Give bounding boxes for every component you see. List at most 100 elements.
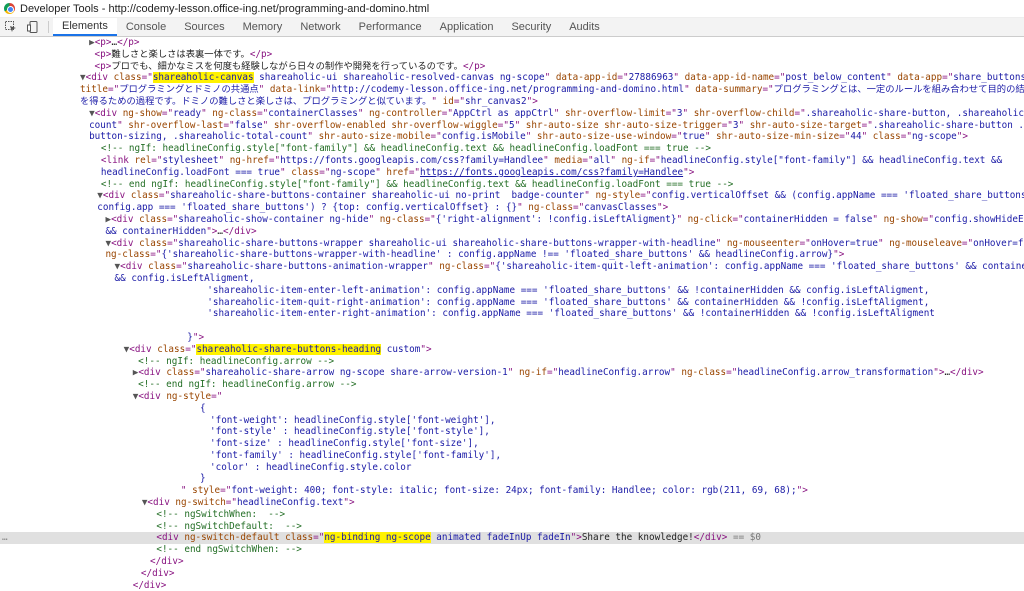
tab-application[interactable]: Application <box>431 18 503 36</box>
dom-line-content: ▶<div class="shareaholic-show-container … <box>105 213 1024 225</box>
tab-elements[interactable]: Elements <box>53 18 117 36</box>
dom-line[interactable]: <!-- end ngIf: headlineConfig.arrow --> <box>0 379 1024 391</box>
dom-line[interactable]: ▼<div class="shareaholic-share-buttons-h… <box>0 343 1024 356</box>
dom-line[interactable]: ng-class="{'shareaholic-share-buttons-wr… <box>0 249 1024 261</box>
dom-line-content: ▶<p>…</p> <box>89 37 140 48</box>
dom-line-content: <!-- ngIf: headlineConfig.style["font-fa… <box>100 143 712 155</box>
dom-line[interactable]: } <box>0 473 1024 485</box>
dom-line-content: config.app === 'floated_share_buttons') … <box>97 202 669 214</box>
dom-line[interactable]: count" shr-overflow-last="false" shr-ove… <box>0 120 1024 132</box>
dom-line[interactable]: 'shareaholic-item-enter-right-animation'… <box>0 308 1024 320</box>
dom-line[interactable]: && containerHidden">…</div> <box>0 226 1024 238</box>
dom-line-content: <div ng-switch-default class="ng-binding… <box>156 532 761 544</box>
tab-audits[interactable]: Audits <box>560 18 609 36</box>
dom-line[interactable]: 'font-style' : headlineConfig.style['fon… <box>0 426 1024 438</box>
dom-line-content: ▶<div class="shareaholic-share-arrow ng-… <box>132 367 984 379</box>
toolbar-divider <box>48 21 49 33</box>
elements-dom-tree: ▶<p>…</p> <p>難しさと楽しさは表裏一体です。</p> <p>プロでも、細… <box>0 37 1024 591</box>
dom-line-content: count" shr-overflow-last="false" shr-ove… <box>89 119 1024 131</box>
dom-line-content: 'font-family' : headlineConfig.style['fo… <box>210 449 502 461</box>
dom-line-content: <!-- end ngSwitchWhen: --> <box>156 544 302 556</box>
dom-line-content: ▼<div class="shareaholic-share-buttons-a… <box>114 261 1024 273</box>
dom-line[interactable]: を得るための過程です。ドミノの難しさと楽しさは、プログラミングと似ています。" … <box>0 96 1024 108</box>
dom-line-content: ng-class="{'shareaholic-share-buttons-wr… <box>105 249 845 261</box>
dom-line-content: 'font-size' : headlineConfig.style['font… <box>210 438 479 450</box>
device-toggle-icon[interactable] <box>22 18 44 36</box>
chrome-logo-icon <box>4 3 15 14</box>
inspect-cursor-icon[interactable] <box>0 18 22 36</box>
dom-line-content: { <box>200 402 206 414</box>
selected-dom-node[interactable]: … <div ng-switch-default class="ng-bindin… <box>0 532 1024 545</box>
dom-line[interactable]: <!-- ngIf: headlineConfig.style["font-fa… <box>0 143 1024 155</box>
dom-line-content: ▼<div ng-switch="headlineConfig.text"> <box>141 497 355 509</box>
tab-security[interactable]: Security <box>502 18 560 36</box>
dom-line[interactable]: <!-- end ngSwitchWhen: --> <box>0 544 1024 556</box>
dom-line[interactable]: <!-- end ngIf: headlineConfig.style["fon… <box>0 179 1024 191</box>
dom-line[interactable]: { <box>0 403 1024 415</box>
dom-line[interactable]: ▼<div class="shareaholic-share-buttons-w… <box>0 238 1024 250</box>
tab-sources[interactable]: Sources <box>175 18 233 36</box>
dom-line-content: ▼<div class="shareaholic-share-buttons-c… <box>97 190 1024 202</box>
dom-line[interactable]: headlineConfig.loadFont === true" class=… <box>0 167 1024 179</box>
dom-line[interactable]: 'shareaholic-item-enter-left-animation':… <box>0 285 1024 297</box>
dom-line-content: 'font-style' : headlineConfig.style['fon… <box>210 426 490 438</box>
dom-line-content: ▼<div ng-show="ready" ng-class="containe… <box>89 107 1024 119</box>
dom-line[interactable]: && config.isLeftAligment, <box>0 273 1024 285</box>
dom-line[interactable]: ▶<p>…</p> <box>0 37 1024 49</box>
dom-line-content: <!-- ngSwitchDefault: --> <box>156 520 302 532</box>
tab-network[interactable]: Network <box>291 18 349 36</box>
dom-line[interactable]: config.app === 'floated_share_buttons') … <box>0 202 1024 214</box>
dom-line[interactable]: 'color' : headlineConfig.style.color <box>0 462 1024 474</box>
dom-line-content: button-sizing, .shareaholic-total-count"… <box>89 131 968 143</box>
dom-line-content: <!-- ngIf: headlineConfig.arrow --> <box>138 355 335 367</box>
dom-line-content: <link rel="stylesheet" ng-href="https://… <box>100 154 1003 166</box>
devtools-toolbar: Elements Console Sources Memory Network Perfo… <box>0 18 1024 37</box>
dom-line-content: " style="font-weight: 400; font-style: i… <box>180 485 808 497</box>
dom-line[interactable]: ▼<div class="shareaholic-canvas shareaho… <box>0 72 1024 84</box>
dom-line-content: <p>難しさと楽しさは表裏一体です。</p> <box>94 48 273 60</box>
dom-line[interactable]: 'font-family' : headlineConfig.style['fo… <box>0 450 1024 462</box>
dom-line[interactable]: </div> <box>0 580 1024 591</box>
dom-line-content: ▼<div class="shareaholic-share-buttons-h… <box>123 343 432 355</box>
tab-memory[interactable]: Memory <box>234 18 292 36</box>
dom-line[interactable]: <p>難しさと楽しさは表裏一体です。</p> <box>0 49 1024 61</box>
dom-line[interactable]: ▼<div ng-style=" <box>0 391 1024 403</box>
dom-line[interactable]: <!-- ngIf: headlineConfig.arrow --> <box>0 356 1024 368</box>
more-options-dots[interactable]: … <box>2 532 8 544</box>
dom-line-content: && containerHidden">…</div> <box>105 225 257 237</box>
dom-line[interactable]: }"> <box>0 332 1024 344</box>
tab-console[interactable]: Console <box>117 18 175 36</box>
dom-line-content: 'font-weight': headlineConfig.style['fon… <box>210 414 496 426</box>
dom-line[interactable]: <!-- ngSwitchWhen: --> <box>0 509 1024 521</box>
dom-line[interactable]: ▼<div class="shareaholic-share-buttons-a… <box>0 261 1024 273</box>
dom-line[interactable] <box>0 320 1024 332</box>
dom-line[interactable]: </div> <box>0 556 1024 568</box>
tab-performance[interactable]: Performance <box>350 18 431 36</box>
dom-line[interactable]: 'font-weight': headlineConfig.style['fon… <box>0 415 1024 427</box>
dom-line[interactable]: </div> <box>0 568 1024 580</box>
dom-line[interactable]: <link rel="stylesheet" ng-href="https://… <box>0 155 1024 167</box>
dom-line[interactable]: <p>プロでも、細かなミスを何度も経験しながら日々の制作や開発を行っているのです… <box>0 61 1024 73</box>
dom-line[interactable]: 'font-size' : headlineConfig.style['font… <box>0 438 1024 450</box>
dom-line-content: && config.isLeftAligment, <box>114 272 255 284</box>
window-title: Developer Tools - http://codemy-lesson.o… <box>20 2 430 15</box>
dom-line[interactable]: ▶<div class="shareaholic-show-container … <box>0 214 1024 226</box>
dom-line-content: 'shareaholic-item-enter-left-animation':… <box>207 284 930 296</box>
dom-line[interactable]: " style="font-weight: 400; font-style: i… <box>0 485 1024 497</box>
dom-line[interactable]: ▶<div class="shareaholic-share-arrow ng-… <box>0 367 1024 379</box>
dom-line-content: title="プログラミングとドミノの共通点" data-link="http:… <box>80 84 1024 96</box>
dom-line[interactable]: button-sizing, .shareaholic-total-count"… <box>0 131 1024 143</box>
dom-line[interactable]: title="プログラミングとドミノの共通点" data-link="http:… <box>0 84 1024 96</box>
dom-line-content: <!-- end ngIf: headlineConfig.style["fon… <box>100 178 734 190</box>
dom-line-content: </div> <box>132 579 167 591</box>
dom-line[interactable]: 'shareaholic-item-quit-right-animation':… <box>0 297 1024 309</box>
dom-line-content: headlineConfig.loadFont === true" class=… <box>100 166 695 178</box>
dom-line[interactable]: ▼<div ng-switch="headlineConfig.text"> <box>0 497 1024 509</box>
dom-line[interactable]: ▼<div class="shareaholic-share-buttons-c… <box>0 190 1024 202</box>
dom-line-content: 'color' : headlineConfig.style.color <box>210 461 412 473</box>
dom-line-content: ▼<div class="shareaholic-share-buttons-w… <box>105 237 1024 249</box>
dom-line-content: ▼<div class="shareaholic-canvas shareaho… <box>80 72 1024 84</box>
dom-line[interactable]: ▼<div ng-show="ready" ng-class="containe… <box>0 108 1024 120</box>
dom-line-content: <!-- ngSwitchWhen: --> <box>156 508 286 520</box>
dom-line[interactable]: <!-- ngSwitchDefault: --> <box>0 521 1024 533</box>
